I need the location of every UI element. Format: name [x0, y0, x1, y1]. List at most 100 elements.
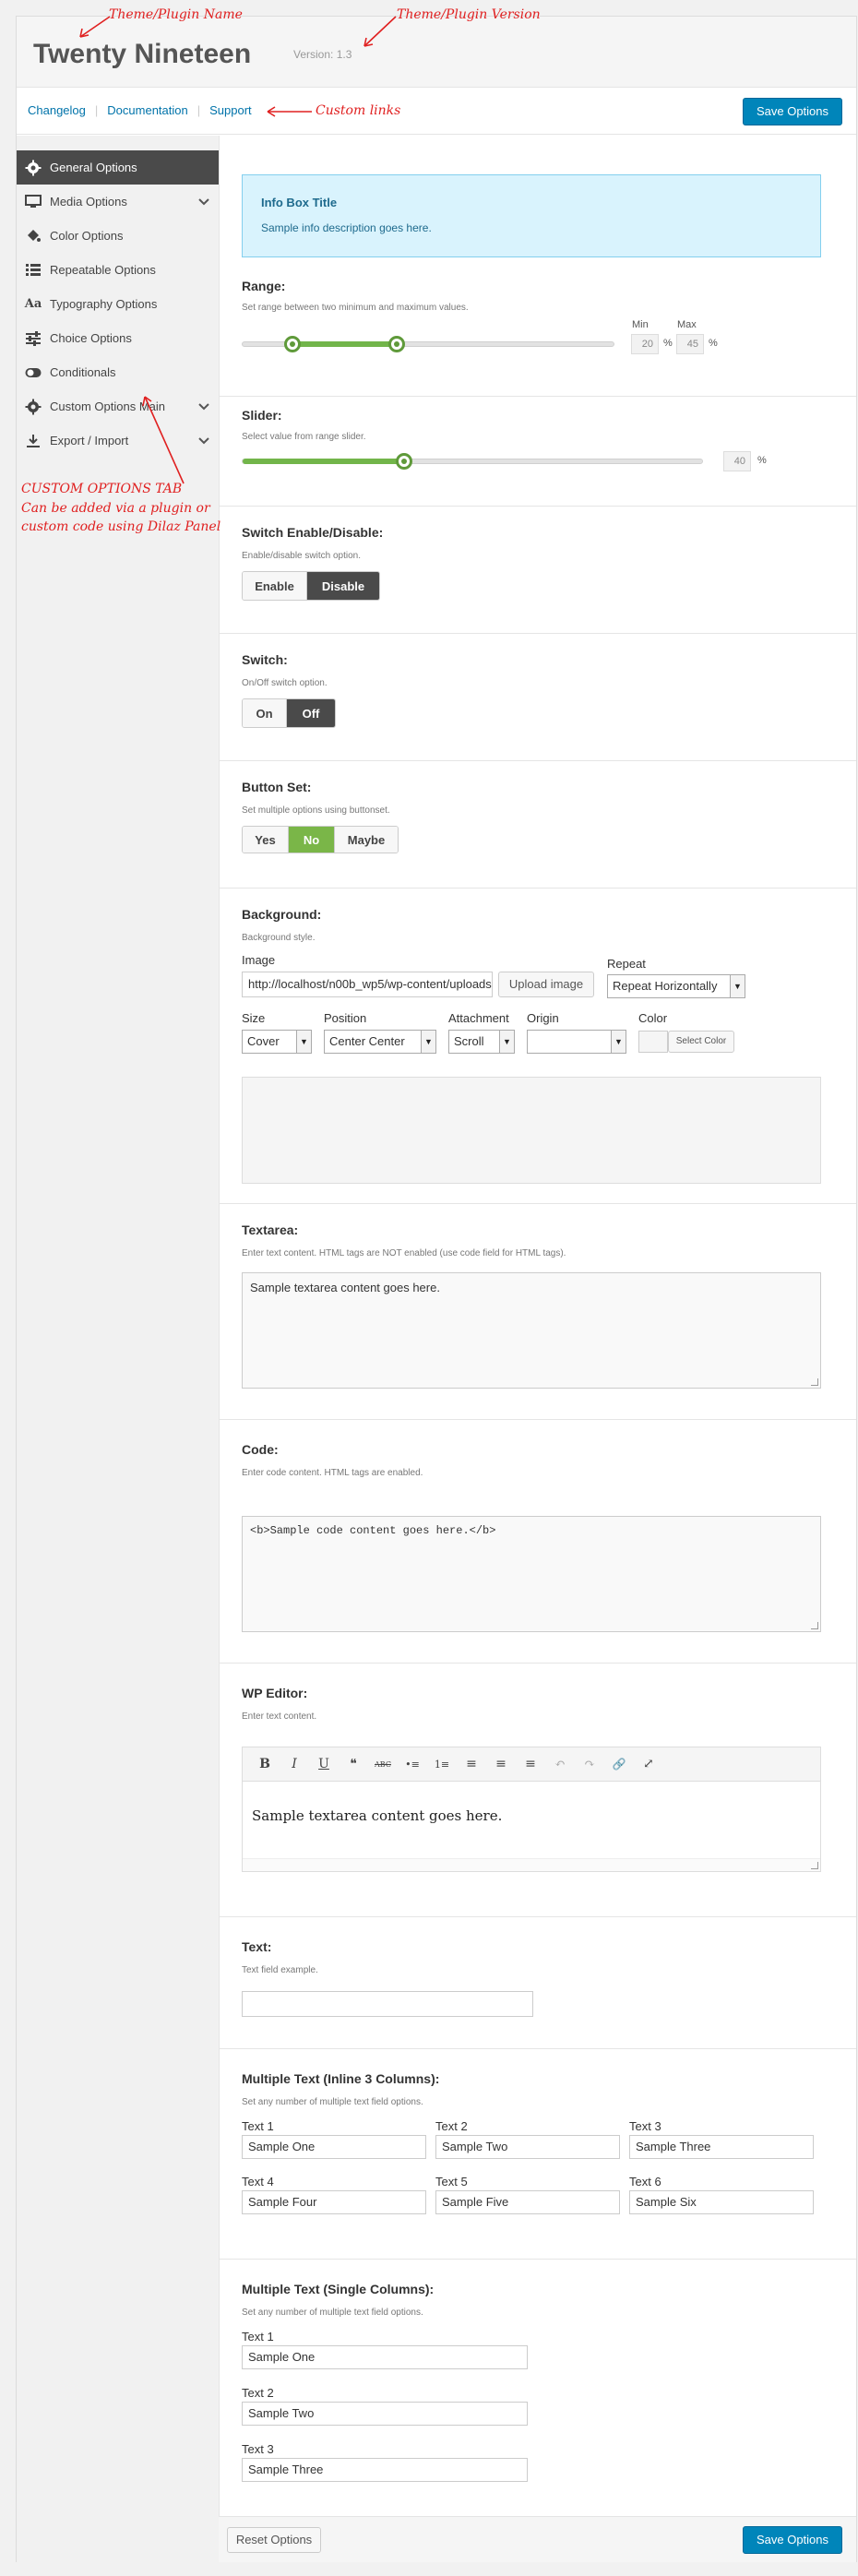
- attachment-label: Attachment: [448, 1011, 509, 1025]
- button-set-title: Button Set:: [242, 780, 312, 794]
- disable-option[interactable]: Disable: [307, 572, 379, 600]
- enable-disable-switch: Enable Disable: [242, 571, 380, 601]
- text-field-input[interactable]: Sample One: [242, 2135, 426, 2159]
- text-field-input[interactable]: Sample Six: [629, 2190, 814, 2214]
- position-select[interactable]: Center Center ▼: [324, 1030, 436, 1054]
- size-label: Size: [242, 1011, 266, 1025]
- range-unit: %: [709, 338, 718, 349]
- text-field-input[interactable]: Sample Two: [242, 2402, 528, 2426]
- slider-handle[interactable]: [396, 453, 412, 470]
- sidebar-item-color-options[interactable]: Color Options: [17, 219, 219, 253]
- sidebar-item-export-import[interactable]: Export / Import: [17, 423, 219, 458]
- range-min-label: Min: [632, 319, 649, 330]
- changelog-link[interactable]: Changelog: [28, 103, 86, 117]
- chevron-down-icon[interactable]: [198, 400, 209, 413]
- text-field-input[interactable]: Sample One: [242, 2345, 528, 2369]
- background-section: Background: Background style. Image http…: [220, 888, 856, 1204]
- sidebar-item-conditionals[interactable]: Conditionals: [17, 355, 219, 389]
- redo-icon[interactable]: ↷: [575, 1757, 604, 1771]
- undo-icon[interactable]: ↶: [545, 1757, 575, 1771]
- chevron-down-icon[interactable]: [198, 434, 209, 447]
- italic-icon[interactable]: I: [280, 1757, 309, 1771]
- save-options-button[interactable]: Save Options: [743, 98, 842, 125]
- blockquote-icon[interactable]: ❝: [339, 1757, 368, 1771]
- resize-handle-icon[interactable]: [811, 1378, 818, 1386]
- off-option[interactable]: Off: [287, 699, 335, 727]
- bold-icon[interactable]: B: [250, 1757, 280, 1771]
- slider-track[interactable]: [242, 459, 703, 464]
- code-description: Enter code content. HTML tags are enable…: [242, 1468, 423, 1478]
- sidebar-item-custom-options-main[interactable]: Custom Options Main: [17, 389, 219, 423]
- options-content: Info Box Title Sample info description g…: [219, 136, 856, 2516]
- switch-section: Switch: On/Off switch option. On Off: [220, 634, 856, 761]
- sidebar-item-general-options[interactable]: General Options: [17, 150, 231, 185]
- textarea-description: Enter text content. HTML tags are NOT en…: [242, 1248, 566, 1258]
- text-input[interactable]: [242, 1991, 533, 2017]
- maybe-option[interactable]: Maybe: [335, 827, 398, 853]
- sidebar-item-label: General Options: [50, 161, 137, 174]
- numbered-list-icon[interactable]: 1≡: [427, 1759, 457, 1771]
- color-swatch[interactable]: [638, 1031, 668, 1053]
- slider-value-input[interactable]: 40: [723, 451, 751, 471]
- monitor-icon: [24, 193, 42, 211]
- textarea-value: Sample textarea content goes here.: [250, 1281, 440, 1294]
- chevron-down-icon[interactable]: [198, 195, 209, 209]
- attachment-select[interactable]: Scroll ▼: [448, 1030, 515, 1054]
- background-preview: [242, 1077, 821, 1184]
- text-field-label: Text 2: [435, 2119, 468, 2133]
- code-input[interactable]: <b>Sample code content goes here.</b>: [242, 1516, 821, 1632]
- origin-select[interactable]: ▼: [527, 1030, 626, 1054]
- yes-option[interactable]: Yes: [243, 827, 289, 853]
- range-max-handle[interactable]: [388, 336, 405, 352]
- select-color-button[interactable]: Select Color: [668, 1031, 734, 1053]
- text-field-input[interactable]: Sample Three: [242, 2458, 528, 2482]
- strikethrough-icon[interactable]: ABC: [368, 1760, 398, 1769]
- text-field-input[interactable]: Sample Two: [435, 2135, 620, 2159]
- wp-editor-title: WP Editor:: [242, 1686, 308, 1700]
- upload-image-button[interactable]: Upload image: [498, 972, 594, 997]
- fullscreen-icon[interactable]: ⤢: [634, 1757, 663, 1771]
- support-link[interactable]: Support: [209, 103, 252, 117]
- text-field-input[interactable]: Sample Four: [242, 2190, 426, 2214]
- range-min-handle[interactable]: [284, 336, 301, 352]
- underline-icon[interactable]: U: [309, 1757, 339, 1771]
- align-center-icon[interactable]: ≡: [486, 1757, 516, 1771]
- reset-options-button[interactable]: Reset Options: [227, 2527, 321, 2553]
- dropdown-arrow-icon: ▼: [499, 1031, 514, 1053]
- textarea-input[interactable]: Sample textarea content goes here.: [242, 1272, 821, 1389]
- sidebar-item-typography-options[interactable]: Aa Typography Options: [17, 287, 219, 321]
- resize-handle-icon[interactable]: [811, 1622, 818, 1629]
- position-value: Center Center: [329, 1034, 405, 1048]
- link-icon[interactable]: 🔗: [604, 1758, 634, 1771]
- info-box-title: Info Box Title: [261, 196, 338, 209]
- sidebar-item-media-options[interactable]: Media Options: [17, 185, 219, 219]
- editor-body[interactable]: Sample textarea content goes here.: [242, 1782, 821, 1872]
- documentation-link[interactable]: Documentation: [107, 103, 187, 117]
- range-min-input[interactable]: 20: [631, 334, 659, 354]
- bullet-list-icon[interactable]: •≡: [398, 1759, 427, 1771]
- repeat-select[interactable]: Repeat Horizontally ▼: [607, 974, 745, 998]
- sidebar-item-label: Conditionals: [50, 365, 116, 379]
- position-label: Position: [324, 1011, 367, 1025]
- no-option[interactable]: No: [289, 827, 335, 853]
- multi-text-inline-section: Multiple Text (Inline 3 Columns): Set an…: [220, 2049, 856, 2260]
- multi-text-inline-description: Set any number of multiple text field op…: [242, 2097, 423, 2107]
- on-option[interactable]: On: [243, 699, 287, 727]
- size-select[interactable]: Cover ▼: [242, 1030, 312, 1054]
- multi-text-inline-title: Multiple Text (Inline 3 Columns):: [242, 2071, 440, 2086]
- align-left-icon[interactable]: ≡: [457, 1757, 486, 1771]
- save-options-button[interactable]: Save Options: [743, 2526, 842, 2554]
- image-url-input[interactable]: http://localhost/n00b_wp5/wp-content/upl…: [242, 972, 493, 997]
- text-field-input[interactable]: Sample Five: [435, 2190, 620, 2214]
- resize-handle-icon[interactable]: [811, 1862, 818, 1869]
- wp-editor-section: WP Editor: Enter text content. B I U ❝ A…: [220, 1664, 856, 1917]
- text-field-input[interactable]: Sample Three: [629, 2135, 814, 2159]
- enable-option[interactable]: Enable: [243, 572, 307, 600]
- link-separator: |: [94, 103, 99, 117]
- sidebar-item-repeatable-options[interactable]: Repeatable Options: [17, 253, 219, 287]
- range-max-input[interactable]: 45: [676, 334, 704, 354]
- paint-bucket-icon: [24, 227, 42, 245]
- range-max-label: Max: [677, 319, 697, 330]
- sidebar-item-choice-options[interactable]: Choice Options: [17, 321, 219, 355]
- align-right-icon[interactable]: ≡: [516, 1757, 545, 1771]
